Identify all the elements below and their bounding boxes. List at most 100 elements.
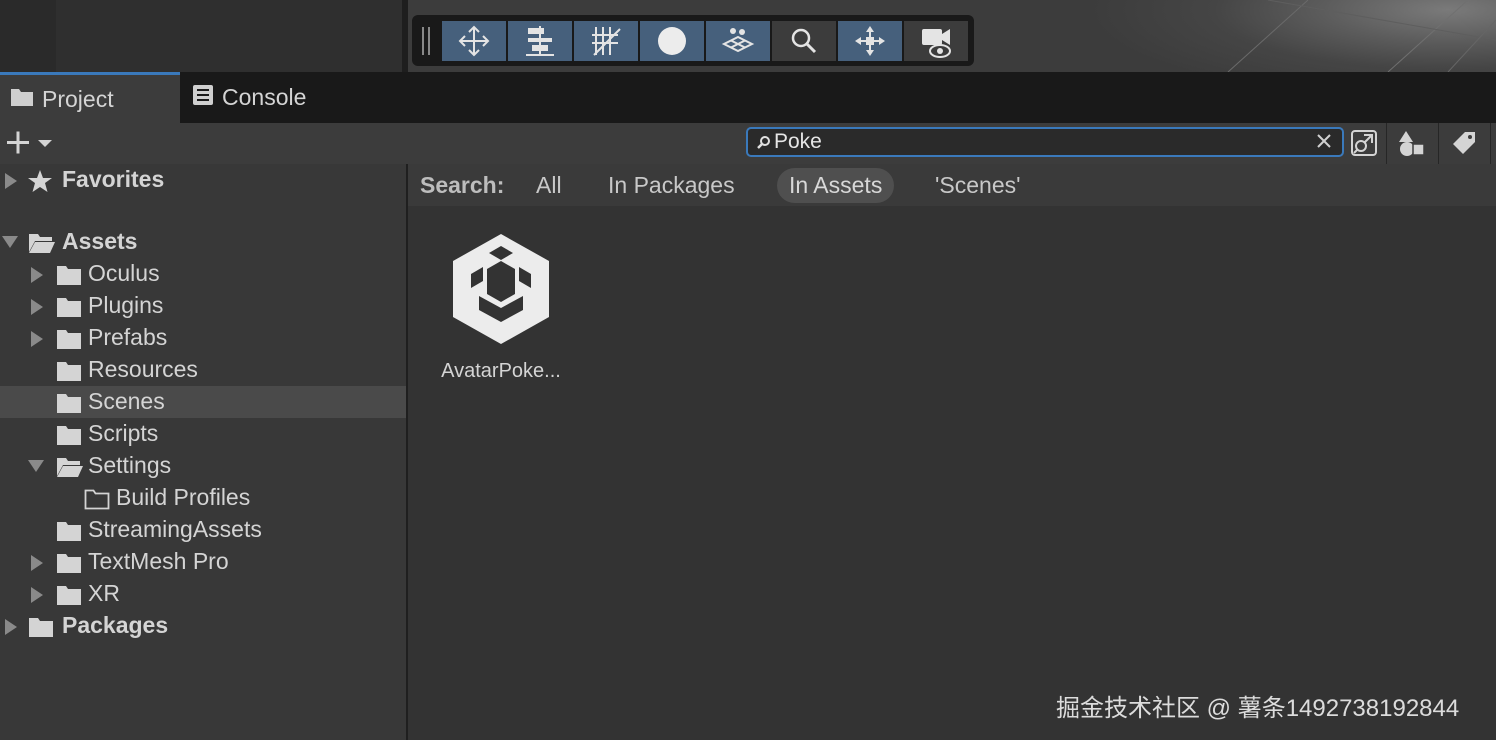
toolbar-divider	[1386, 123, 1387, 164]
tree-item-label: Plugins	[88, 292, 164, 318]
filter-by-type-icon	[1399, 131, 1425, 156]
toolbar-divider	[1438, 123, 1439, 164]
expand-arrow-icon[interactable]	[4, 619, 18, 635]
scene-view-header	[0, 0, 1496, 72]
tree-item-xr[interactable]: XR	[0, 578, 406, 610]
tree-item-resources[interactable]: Resources	[0, 354, 406, 386]
tab-console-label: Console	[222, 84, 307, 110]
camera-tool-button[interactable]	[904, 21, 968, 61]
scope-in-assets-button[interactable]: In Assets	[777, 168, 895, 203]
tree-item-packages[interactable]: Packages	[0, 610, 406, 642]
filter-by-label-button[interactable]	[1446, 126, 1482, 160]
scope-in-packages-button[interactable]: In Packages	[596, 168, 747, 203]
tab-console[interactable]: Console	[182, 72, 362, 123]
tree-item-build-profiles[interactable]: Build Profiles	[0, 482, 406, 514]
tree-item-label: Favorites	[62, 166, 165, 192]
expand-arrow-icon[interactable]	[30, 555, 44, 571]
empty-folder-icon	[84, 489, 110, 510]
tree-item-prefabs[interactable]: Prefabs	[0, 322, 406, 354]
collapse-arrow-icon[interactable]	[28, 459, 44, 473]
folder-icon	[57, 586, 81, 605]
folder-open-icon	[29, 234, 55, 253]
tree-item-scripts[interactable]: Scripts	[0, 418, 406, 450]
folder-icon	[57, 522, 81, 541]
folder-open-icon	[57, 458, 83, 477]
asset-item[interactable]: AvatarPoke...	[436, 230, 566, 390]
close-icon[interactable]	[1316, 133, 1332, 154]
header-left-panel	[56, 0, 402, 72]
tab-project-label: Project	[42, 85, 114, 112]
pivot-icon	[855, 26, 885, 56]
align-icon	[526, 26, 554, 56]
header-left-block	[0, 0, 56, 72]
circle-icon	[658, 27, 686, 55]
search-tool-button[interactable]	[772, 21, 836, 61]
tree-item-settings[interactable]: Settings	[0, 450, 406, 482]
folder-icon	[57, 266, 81, 285]
scene-tools-overlay	[412, 15, 974, 66]
folder-icon	[29, 618, 53, 637]
tree-item-streamingassets[interactable]: StreamingAssets	[0, 514, 406, 546]
folder-icon	[57, 394, 81, 413]
shading-tool-button[interactable]	[640, 21, 704, 61]
expand-arrow-icon[interactable]	[30, 299, 44, 315]
tree-item-label: Scripts	[88, 420, 159, 446]
folder-icon	[57, 298, 81, 317]
open-in-window-icon	[1351, 130, 1377, 156]
create-asset-button[interactable]	[4, 128, 56, 158]
filter-by-label-icon	[1453, 132, 1475, 154]
tree-item-label: Packages	[62, 612, 169, 638]
tree-item-label: Oculus	[88, 260, 160, 286]
expand-arrow-icon[interactable]	[30, 267, 44, 283]
search-icon	[756, 135, 772, 156]
star-icon	[28, 170, 52, 192]
tree-item-label: Settings	[88, 452, 172, 478]
move-arrows-icon	[458, 25, 490, 57]
tree-item-oculus[interactable]: Oculus	[0, 258, 406, 290]
tree-item-label: Build Profiles	[116, 484, 251, 510]
folder-icon	[57, 362, 81, 381]
tree-item-scenes[interactable]: Scenes	[0, 386, 406, 418]
magnifier-icon	[791, 28, 817, 54]
project-toolbar	[0, 123, 1496, 165]
watermark-text: 掘金技术社区 @ 薯条1492738192844	[1056, 695, 1460, 722]
project-folder-tree: Favorites Assets Oculus Plugins Prefabs …	[0, 164, 406, 740]
tree-item-assets[interactable]: Assets	[0, 226, 406, 258]
collapse-arrow-icon[interactable]	[2, 235, 18, 249]
toolbar-divider	[1490, 123, 1491, 164]
unity-scene-icon	[453, 234, 549, 344]
pivot-tool-button[interactable]	[838, 21, 902, 61]
scope-all-button[interactable]: All	[524, 168, 574, 203]
camera-eye-icon	[922, 29, 951, 58]
folder-icon	[57, 426, 81, 445]
drag-handle-icon[interactable]	[422, 27, 432, 55]
project-content-area: Search: All In Packages In Assets 'Scene…	[408, 164, 1496, 740]
tree-item-plugins[interactable]: Plugins	[0, 290, 406, 322]
expand-arrow-icon[interactable]	[30, 587, 44, 603]
tree-item-label: TextMesh Pro	[88, 548, 229, 574]
search-field[interactable]	[746, 127, 1344, 157]
grid-snap-icon	[592, 27, 621, 56]
move-tool-button[interactable]	[442, 21, 506, 61]
expand-arrow-icon[interactable]	[4, 173, 18, 189]
grid-snap-tool-button[interactable]	[574, 21, 638, 61]
search-scope-bar: Search: All In Packages In Assets 'Scene…	[408, 164, 1496, 206]
layers-tool-button[interactable]	[706, 21, 770, 61]
tree-item-label: Resources	[88, 356, 198, 382]
console-icon	[192, 84, 214, 112]
search-scope-label: Search:	[420, 172, 505, 198]
tree-item-favorites[interactable]: Favorites	[0, 164, 406, 196]
folder-icon	[57, 554, 81, 573]
asset-name: AvatarPoke...	[441, 360, 561, 382]
filter-by-type-button[interactable]	[1394, 126, 1430, 160]
tree-item-textmesh-pro[interactable]: TextMesh Pro	[0, 546, 406, 578]
scope-scenes-button[interactable]: 'Scenes'	[923, 168, 1033, 203]
tab-project[interactable]: Project	[0, 72, 180, 123]
folder-icon	[10, 86, 34, 113]
tree-item-label: XR	[88, 580, 120, 606]
tree-item-label: Assets	[62, 228, 138, 254]
expand-arrow-icon[interactable]	[30, 331, 44, 347]
search-input[interactable]	[774, 129, 1314, 155]
align-tool-button[interactable]	[508, 21, 572, 61]
open-search-window-button[interactable]	[1346, 126, 1382, 160]
